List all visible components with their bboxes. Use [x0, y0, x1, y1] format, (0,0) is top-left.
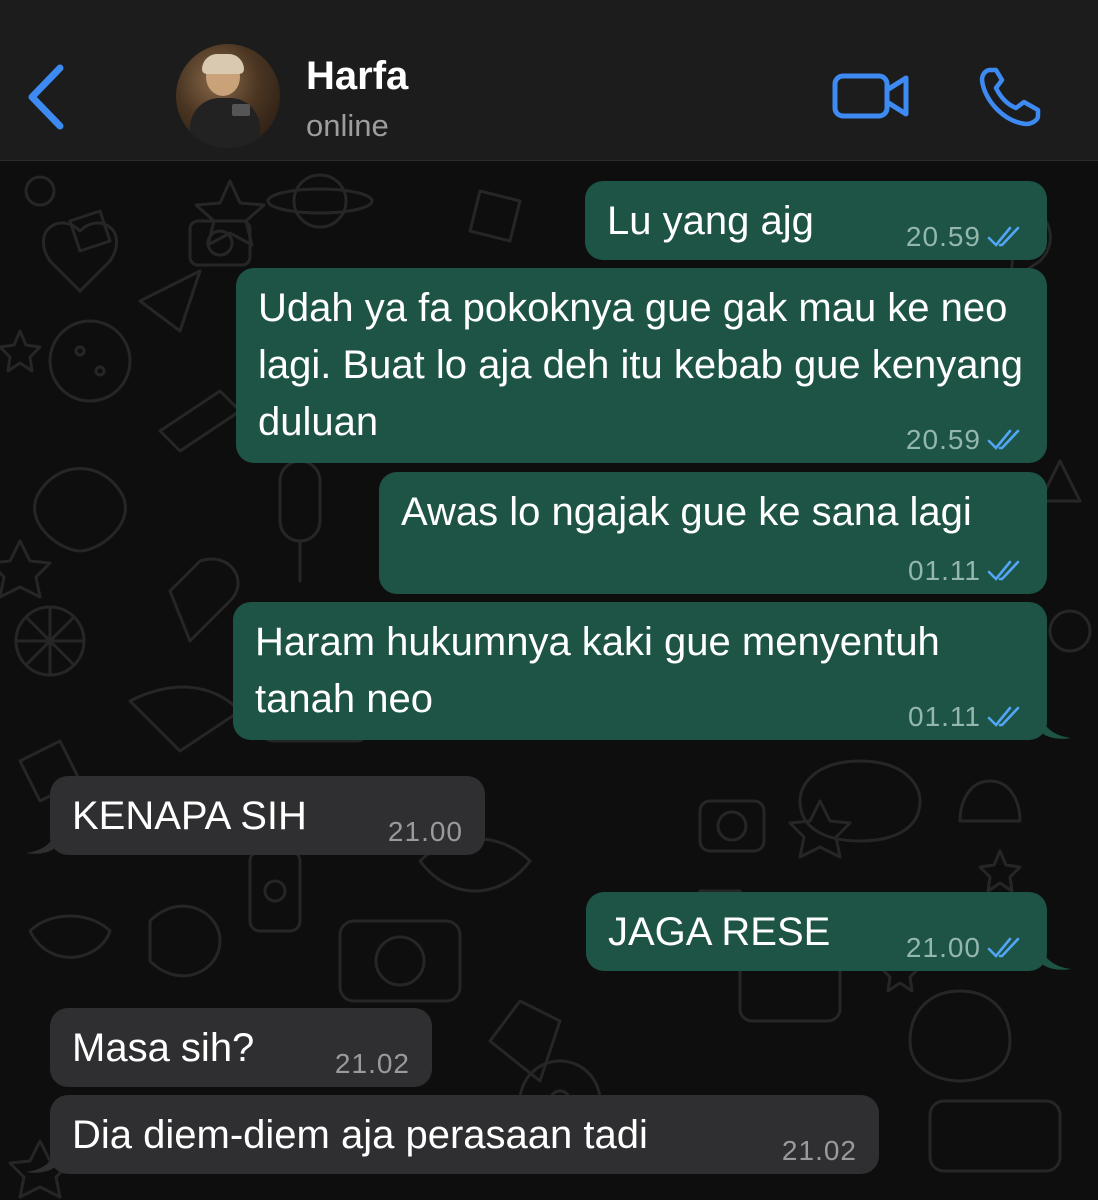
contact-name[interactable]: Harfa	[306, 54, 408, 99]
read-receipt-icon	[987, 937, 1020, 958]
message-meta: 01.11	[908, 554, 1025, 588]
message-text: Dia diem-diem aja perasaan tadi	[72, 1113, 648, 1157]
message-time: 21.00	[387, 816, 463, 847]
message-text: Masa sih?	[72, 1026, 255, 1070]
bubble-tail	[1041, 945, 1071, 970]
chevron-left-icon[interactable]	[22, 62, 70, 132]
message-meta: 20.59	[906, 220, 1025, 254]
message-bubble-outgoing[interactable]: Haram hukumnya kaki gue menyentuh tanah …	[233, 602, 1071, 740]
chat-area[interactable]: Lu yang ajg 20.59 Udah ya fa pokoknya gu…	[0, 161, 1098, 1200]
message-bubble-incoming[interactable]: Dia diem-diem aja perasaan tadi 21.02	[26, 1095, 879, 1174]
chat-header: Harfa online	[0, 0, 1098, 161]
message-meta: 21.00	[906, 931, 1025, 965]
message-time: 21.02	[781, 1135, 857, 1166]
read-receipt-icon	[987, 706, 1020, 727]
read-receipt-icon	[987, 560, 1020, 581]
message-meta: 21.00	[388, 815, 463, 849]
bubble-tail	[26, 1148, 56, 1173]
message-time: 01.11	[908, 555, 981, 586]
message-bubble-outgoing[interactable]: Udah ya fa pokoknya gue gak mau ke neo l…	[236, 268, 1047, 463]
message-time: 01.11	[908, 701, 981, 732]
message-meta: 21.02	[782, 1134, 857, 1168]
message-text: KENAPA SIH	[72, 794, 307, 838]
message-text: Lu yang ajg	[607, 199, 814, 243]
message-text: JAGA RESE	[608, 910, 831, 954]
message-bubble-outgoing[interactable]: JAGA RESE 21.00	[586, 892, 1071, 971]
message-bubble-incoming[interactable]: KENAPA SIH 21.00	[26, 776, 485, 855]
message-text: Udah ya fa pokoknya gue gak mau ke neo l…	[258, 286, 1024, 444]
message-bubble-outgoing[interactable]: Awas lo ngajak gue ke sana lagi 01.11	[379, 472, 1047, 594]
read-receipt-icon	[987, 226, 1020, 247]
contact-status: online	[306, 108, 389, 143]
message-text: Haram hukumnya kaki gue menyentuh tanah …	[255, 620, 940, 721]
message-text: Awas lo ngajak gue ke sana lagi	[401, 490, 972, 534]
message-time: 20.59	[905, 221, 981, 252]
phone-icon[interactable]	[978, 66, 1042, 128]
message-meta: 20.59	[906, 423, 1025, 457]
read-receipt-icon	[987, 429, 1020, 450]
message-time: 21.00	[905, 932, 981, 963]
avatar[interactable]	[176, 44, 280, 148]
message-bubble-outgoing[interactable]: Lu yang ajg 20.59	[585, 181, 1047, 260]
message-time: 20.59	[905, 424, 981, 455]
bubble-tail	[1041, 714, 1071, 739]
bubble-tail	[26, 829, 56, 854]
message-bubble-incoming[interactable]: Masa sih? 21.02	[50, 1008, 432, 1087]
message-meta: 01.11	[908, 700, 1025, 734]
video-camera-icon[interactable]	[832, 70, 910, 122]
message-time: 21.02	[334, 1048, 410, 1079]
message-meta: 21.02	[335, 1047, 410, 1081]
